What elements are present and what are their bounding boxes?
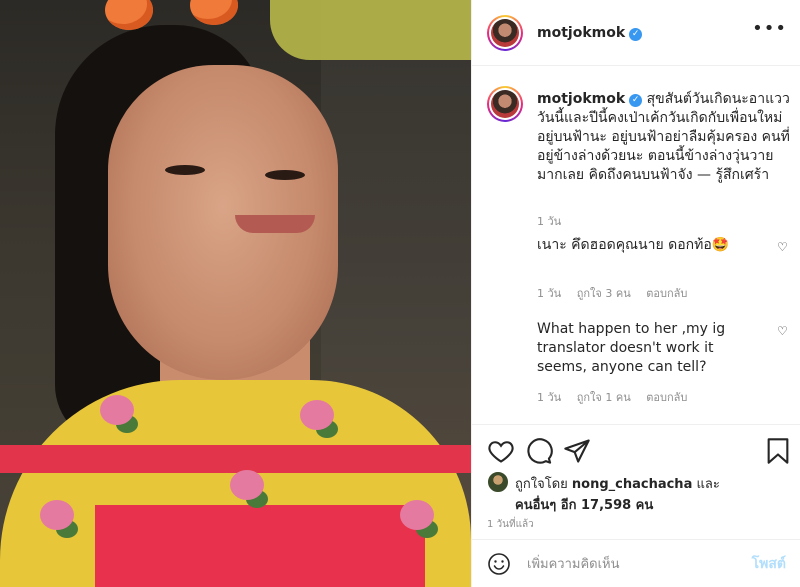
post-comment-button[interactable]: โพสต์: [752, 553, 786, 575]
verified-badge-icon: ✓: [629, 27, 643, 41]
comment-time[interactable]: 1 วัน: [537, 287, 561, 300]
liked-by-and: และ: [696, 477, 720, 492]
comment-text: What happen to her ,my ig translator doe…: [537, 321, 726, 375]
liked-by-line: ถูกใจโดย nong_chachacha และ: [515, 473, 720, 494]
dress-skirt: [95, 505, 425, 587]
comment-text: เนาะ คึดฮอดคุณนาย ดอกท้อ🤩: [537, 237, 730, 253]
reply-button[interactable]: ตอบกลับ: [646, 287, 687, 300]
photo-mouth: [235, 215, 315, 233]
share-paper-plane-icon[interactable]: [563, 437, 591, 465]
likes-count[interactable]: คนอื่นๆ อีก 17,598 คน: [515, 494, 653, 515]
avatar[interactable]: [487, 14, 523, 51]
photo-eye-right: [265, 170, 305, 180]
liked-by-username[interactable]: nong_chachacha: [572, 477, 692, 492]
dress-flower: [230, 470, 264, 500]
comment-bubble-icon[interactable]: [525, 437, 553, 465]
post-timestamp[interactable]: 1 วันที่แล้ว: [487, 517, 534, 532]
flower: [190, 0, 238, 25]
post-side-panel: motjokmok ✓ ••• motjokmok ✓ สุขสันต์วันเกิ…: [471, 0, 800, 587]
heart-outline-icon[interactable]: ♡: [777, 324, 788, 338]
more-horizontal-icon[interactable]: •••: [752, 20, 787, 38]
liked-by-prefix: ถูกใจโดย: [515, 477, 568, 492]
dress-flower: [40, 500, 74, 530]
comment-meta: 1 วัน ถูกใจ 1 คน ตอบกลับ: [537, 388, 699, 406]
comment-time[interactable]: 1 วัน: [537, 391, 561, 404]
comment-likes[interactable]: ถูกใจ 1 คน: [577, 391, 631, 404]
photo-banner: [270, 0, 471, 60]
avatar[interactable]: [487, 471, 509, 493]
likes-summary: ถูกใจโดย nong_chachacha และ คนอื่นๆ อีก …: [487, 471, 792, 513]
reply-button[interactable]: ตอบกลับ: [646, 391, 687, 404]
post-photo[interactable]: [0, 0, 471, 587]
instagram-post: motjokmok ✓ ••• motjokmok ✓ สุขสันต์วันเกิ…: [0, 0, 800, 587]
comment-meta: 1 วัน ถูกใจ 3 คน ตอบกลับ: [537, 284, 699, 302]
dress-stripe: [0, 445, 471, 473]
post-header: motjokmok ✓ •••: [472, 0, 800, 66]
comments-list[interactable]: motjokmok ✓ สุขสันต์วันเกิดนะอาแวว วันนี้…: [472, 66, 800, 424]
photo-eye-left: [165, 165, 205, 175]
dress-flower: [400, 500, 434, 530]
flower: [105, 0, 153, 30]
action-icons: [487, 437, 792, 465]
caption-time[interactable]: 1 วัน: [537, 212, 561, 230]
header-username[interactable]: motjokmok ✓: [537, 25, 643, 41]
dress-flower: [300, 400, 334, 430]
avatar[interactable]: [487, 86, 523, 122]
caption-username[interactable]: motjokmok: [537, 91, 625, 107]
like-heart-icon[interactable]: [487, 437, 515, 465]
dress-flower: [100, 395, 134, 425]
caption-text: motjokmok ✓ สุขสันต์วันเกิดนะอาแวว วันนี้…: [537, 90, 797, 185]
comment-input[interactable]: เพิ่มความคิดเห็น: [527, 553, 752, 574]
comment-likes[interactable]: ถูกใจ 3 คน: [577, 287, 631, 300]
heart-outline-icon[interactable]: ♡: [777, 240, 788, 254]
post-actions: ถูกใจโดย nong_chachacha และ คนอื่นๆ อีก …: [472, 424, 800, 530]
verified-badge-icon: ✓: [629, 94, 643, 107]
emoji-smiley-icon[interactable]: [487, 552, 511, 576]
add-comment-bar: เพิ่มความคิดเห็น โพสต์: [472, 539, 800, 587]
hair-flowers: [95, 0, 265, 55]
bookmark-icon[interactable]: [764, 437, 792, 465]
